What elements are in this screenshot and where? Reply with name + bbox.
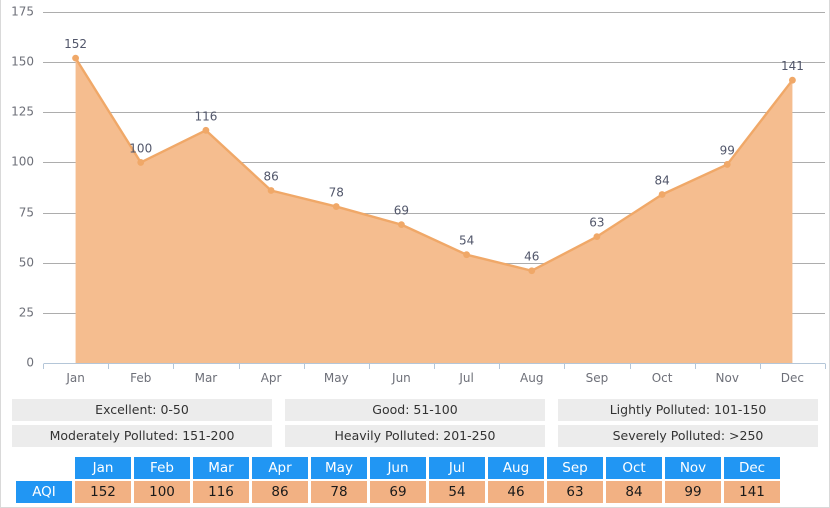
y-axis-tick-label: 100 [11,155,34,169]
x-axis-tick-label: Oct [652,371,673,385]
data-point[interactable] [398,221,405,229]
table-header-cell-apr[interactable]: Apr [252,457,308,479]
table-value-cell-sep[interactable]: 63 [547,481,603,503]
x-axis-tick-label: Jun [391,371,411,385]
data-point-label: 86 [263,170,278,184]
data-point-label: 63 [589,216,604,230]
table-value-cell-dec[interactable]: 141 [724,481,780,503]
data-point[interactable] [463,251,470,259]
table-value-cell-apr[interactable]: 86 [252,481,308,503]
data-point-label: 84 [654,174,669,188]
table-header-row: Jan Feb Mar Apr May Jun Jul Aug Sep Oct Nov Dec [16,457,780,479]
x-axis-tick-label: Feb [130,371,151,385]
x-axis-tick-label: Apr [261,371,282,385]
table-header-cell-jan[interactable]: Jan [75,457,131,479]
table-value-cell-aug[interactable]: 46 [488,481,544,503]
data-point[interactable] [72,54,79,62]
x-axis-tick-label: Jan [65,371,85,385]
table-row-label-aqi[interactable]: AQI [16,481,72,503]
table-header-cell-dec[interactable]: Dec [724,457,780,479]
table-header-cell-nov[interactable]: Nov [665,457,721,479]
data-point[interactable] [593,233,601,241]
x-axis-tick-label: May [324,371,349,385]
aqi-area-chart: 0 25 50 75 100 125 150 175 152 Jan 100 Feb 116 Mar 86 A… [1,0,830,392]
data-point[interactable] [332,203,340,210]
y-axis-tick-label: 125 [11,105,34,119]
data-point[interactable] [723,161,731,168]
x-axis-tick-label: Mar [195,371,218,385]
aqi-chart-panel: 0 25 50 75 100 125 150 175 152 Jan 100 Feb 116 Mar 86 A… [0,0,830,508]
y-axis-tick-label: 75 [19,206,34,220]
table-header-cell-may[interactable]: May [311,457,367,479]
table-header-cell-sep[interactable]: Sep [547,457,603,479]
y-axis-tick-label: 25 [19,306,34,320]
data-point-label: 100 [129,141,152,155]
data-point[interactable] [137,159,145,166]
legend-item-severely-polluted[interactable]: Severely Polluted: >250 [558,425,818,447]
aqi-category-legend: Excellent: 0-50 Good: 51-100 Lightly Pol… [12,399,820,447]
table-corner-cell [16,457,72,479]
x-axis-tick-label: Jul [458,371,473,385]
table-value-cell-may[interactable]: 78 [311,481,367,503]
table-value-cell-jul[interactable]: 54 [429,481,485,503]
data-point[interactable] [789,76,796,84]
table-header-cell-mar[interactable]: Mar [193,457,249,479]
legend-item-excellent[interactable]: Excellent: 0-50 [12,399,272,421]
table-header-cell-oct[interactable]: Oct [606,457,662,479]
legend-item-heavily-polluted[interactable]: Heavily Polluted: 201-250 [285,425,545,447]
data-point-label: 116 [194,109,217,123]
table-row: AQI 152 100 116 86 78 69 54 46 63 84 99 141 [16,481,780,503]
data-point-label: 78 [329,186,344,200]
x-axis-tick-label: Dec [781,371,804,385]
chart-canvas: 0 25 50 75 100 125 150 175 152 Jan 100 Feb 116 Mar 86 A… [11,5,826,385]
data-point-label: 46 [524,250,539,264]
legend-item-moderately-polluted[interactable]: Moderately Polluted: 151-200 [12,425,272,447]
data-point[interactable] [528,267,536,275]
y-axis-tick-label: 0 [26,356,34,370]
data-point-label: 69 [394,204,409,218]
x-axis-tick-label: Nov [716,371,739,385]
y-axis-tick-label: 50 [19,256,34,270]
data-point[interactable] [658,191,666,198]
area-fill [75,58,793,363]
x-axis-tick-label: Aug [520,371,543,385]
data-point-label: 54 [459,234,474,248]
data-point-label: 152 [64,37,87,51]
legend-item-good[interactable]: Good: 51-100 [285,399,545,421]
data-point[interactable] [267,187,275,194]
data-point-label: 99 [720,143,735,157]
table-value-cell-oct[interactable]: 84 [606,481,662,503]
table-value-cell-nov[interactable]: 99 [665,481,721,503]
table-header-cell-aug[interactable]: Aug [488,457,544,479]
y-axis-tick-label: 150 [11,55,34,69]
table-header-cell-feb[interactable]: Feb [134,457,190,479]
aqi-data-table: Jan Feb Mar Apr May Jun Jul Aug Sep Oct Nov Dec AQI 1… [13,455,783,505]
table-value-cell-feb[interactable]: 100 [134,481,190,503]
table-value-cell-jan[interactable]: 152 [75,481,131,503]
table-value-cell-jun[interactable]: 69 [370,481,426,503]
table-value-cell-mar[interactable]: 116 [193,481,249,503]
data-point[interactable] [202,126,210,134]
table-header-cell-jun[interactable]: Jun [370,457,426,479]
legend-item-lightly-polluted[interactable]: Lightly Polluted: 101-150 [558,399,818,421]
x-axis-tick-label: Sep [586,371,609,385]
data-point-label: 141 [781,59,804,73]
y-axis-tick-label: 175 [11,5,34,19]
table-header-cell-jul[interactable]: Jul [429,457,485,479]
